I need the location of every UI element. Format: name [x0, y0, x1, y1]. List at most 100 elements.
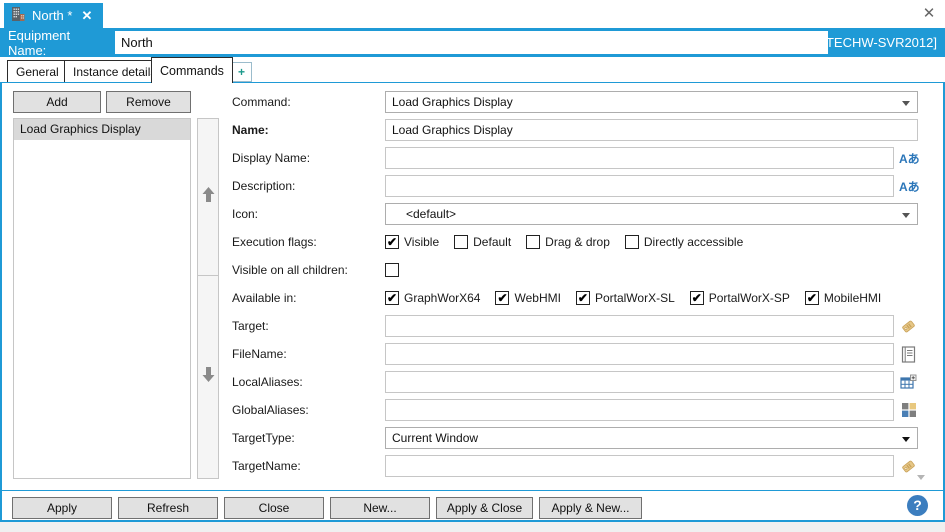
command-reorder-strip — [197, 118, 219, 479]
description-input[interactable] — [385, 175, 894, 197]
help-icon[interactable]: ? — [907, 495, 928, 516]
remove-command-button[interactable]: Remove — [106, 91, 191, 113]
checkbox-portalworx-sp[interactable]: ✔ PortalWorX-SP — [690, 291, 790, 305]
checkbox-drag-drop[interactable]: Drag & drop — [526, 235, 610, 249]
command-properties-form: Command: Load Graphics Display Name: Dis… — [232, 91, 924, 483]
move-down-button[interactable] — [197, 275, 219, 479]
equipment-editor-window: North * ✕ ✕ Equipment Name: [TECHW-SVR20… — [0, 0, 945, 532]
apply-and-new-button[interactable]: Apply & New... — [539, 497, 642, 519]
target-type-row: TargetType: Current Window — [232, 427, 924, 449]
refresh-button[interactable]: Refresh — [118, 497, 218, 519]
local-aliases-input[interactable] — [385, 371, 894, 393]
localize-text-icon[interactable]: Aあ — [899, 178, 920, 195]
arrow-down-icon — [202, 367, 215, 387]
checkbox-box[interactable]: ✔ — [805, 291, 819, 305]
document-tab-close-icon[interactable]: ✕ — [79, 8, 94, 23]
localize-text-icon[interactable]: Aあ — [899, 150, 920, 167]
description-row: Description: Aあ — [232, 175, 924, 197]
visible-on-all-children-label: Visible on all children: — [232, 263, 385, 277]
checkbox-box[interactable] — [454, 235, 468, 249]
checkbox-graphworx64[interactable]: ✔ GraphWorX64 — [385, 291, 480, 305]
checkbox-box[interactable] — [625, 235, 639, 249]
checkbox-webhmi[interactable]: ✔ WebHMI — [495, 291, 560, 305]
target-type-combobox[interactable]: Current Window — [385, 427, 918, 449]
command-list[interactable]: Load Graphics Display — [13, 118, 191, 479]
local-aliases-row: LocalAliases: — [232, 371, 924, 393]
document-tab-title: North * — [32, 8, 72, 23]
filename-input[interactable] — [385, 343, 894, 365]
footer-button-bar: Apply Refresh Close New... Apply & Close… — [0, 491, 945, 520]
global-aliases-input[interactable] — [385, 399, 894, 421]
checkbox-box[interactable]: ✔ — [385, 291, 399, 305]
checkbox-box[interactable] — [385, 263, 399, 277]
scroll-down-icon[interactable] — [917, 475, 925, 480]
execution-flags-label: Execution flags: — [232, 235, 385, 249]
target-name-row: TargetName: — [232, 455, 924, 477]
target-label: Target: — [232, 319, 385, 333]
filename-label: FileName: — [232, 347, 385, 361]
file-browse-icon[interactable] — [899, 345, 918, 364]
checkbox-mobilehmi[interactable]: ✔ MobileHMI — [805, 291, 881, 305]
document-tab-bar: North * ✕ ✕ — [0, 0, 945, 28]
local-aliases-label: LocalAliases: — [232, 375, 385, 389]
filename-row: FileName: — [232, 343, 924, 365]
close-button[interactable]: Close — [224, 497, 324, 519]
chevron-down-icon — [902, 213, 910, 218]
display-name-input[interactable] — [385, 147, 894, 169]
chevron-down-icon — [902, 101, 910, 106]
display-name-label: Display Name: — [232, 151, 385, 165]
target-name-input[interactable] — [385, 455, 894, 477]
arrow-up-icon — [202, 187, 215, 207]
tag-icon[interactable] — [899, 457, 918, 476]
checkbox-box[interactable]: ✔ — [690, 291, 704, 305]
tag-icon[interactable] — [899, 317, 918, 336]
global-alias-squares-icon[interactable] — [899, 401, 918, 420]
available-in-label: Available in: — [232, 291, 385, 305]
apply-and-close-button[interactable]: Apply & Close — [436, 497, 533, 519]
available-in-row: Available in: ✔ GraphWorX64 ✔ WebHMI ✔ — [232, 287, 924, 309]
global-aliases-row: GlobalAliases: — [232, 399, 924, 421]
target-name-label: TargetName: — [232, 459, 385, 473]
checkbox-box[interactable]: ✔ — [576, 291, 590, 305]
command-list-item[interactable]: Load Graphics Display — [14, 119, 190, 140]
equipment-name-input[interactable] — [115, 31, 828, 54]
tab-general[interactable]: General — [7, 60, 68, 82]
equipment-name-label: Equipment Name: — [8, 28, 112, 58]
checkbox-visible-on-all-children[interactable] — [385, 263, 399, 277]
new-button[interactable]: New... — [330, 497, 430, 519]
tab-commands[interactable]: Commands — [151, 57, 233, 83]
target-row: Target: — [232, 315, 924, 337]
icon-label: Icon: — [232, 207, 385, 221]
execution-flags-row: Execution flags: ✔ Visible Default — [232, 231, 924, 253]
description-label: Description: — [232, 179, 385, 193]
checkbox-box[interactable]: ✔ — [385, 235, 399, 249]
chevron-down-icon — [902, 437, 910, 442]
equipment-name-bar: Equipment Name: [TECHW-SVR2012] — [0, 28, 945, 57]
alias-table-icon[interactable] — [899, 373, 918, 392]
checkbox-box[interactable] — [526, 235, 540, 249]
document-tab-north[interactable]: North * ✕ — [4, 3, 103, 28]
global-aliases-label: GlobalAliases: — [232, 403, 385, 417]
server-name-badge: [TECHW-SVR2012] — [822, 28, 937, 57]
tab-add-button[interactable]: + — [231, 62, 252, 82]
icon-combobox[interactable]: <default> — [385, 203, 918, 225]
apply-button[interactable]: Apply — [12, 497, 112, 519]
icon-value: <default> — [392, 207, 456, 221]
display-name-row: Display Name: Aあ — [232, 147, 924, 169]
checkbox-default[interactable]: Default — [454, 235, 511, 249]
command-combobox[interactable]: Load Graphics Display — [385, 91, 918, 113]
add-command-button[interactable]: Add — [13, 91, 101, 113]
checkbox-box[interactable]: ✔ — [495, 291, 509, 305]
target-input[interactable] — [385, 315, 894, 337]
commands-tab-content: Add Remove Load Graphics Display Command… — [0, 82, 945, 490]
name-row: Name: — [232, 119, 924, 141]
move-up-button[interactable] — [197, 118, 219, 276]
name-input[interactable] — [385, 119, 918, 141]
icon-row: Icon: <default> — [232, 203, 924, 225]
window-close-icon[interactable]: ✕ — [920, 5, 938, 23]
checkbox-portalworx-sl[interactable]: ✔ PortalWorX-SL — [576, 291, 675, 305]
equipment-icon — [11, 7, 25, 24]
checkbox-directly-accessible[interactable]: Directly accessible — [625, 235, 743, 249]
command-label: Command: — [232, 95, 385, 109]
checkbox-visible[interactable]: ✔ Visible — [385, 235, 439, 249]
